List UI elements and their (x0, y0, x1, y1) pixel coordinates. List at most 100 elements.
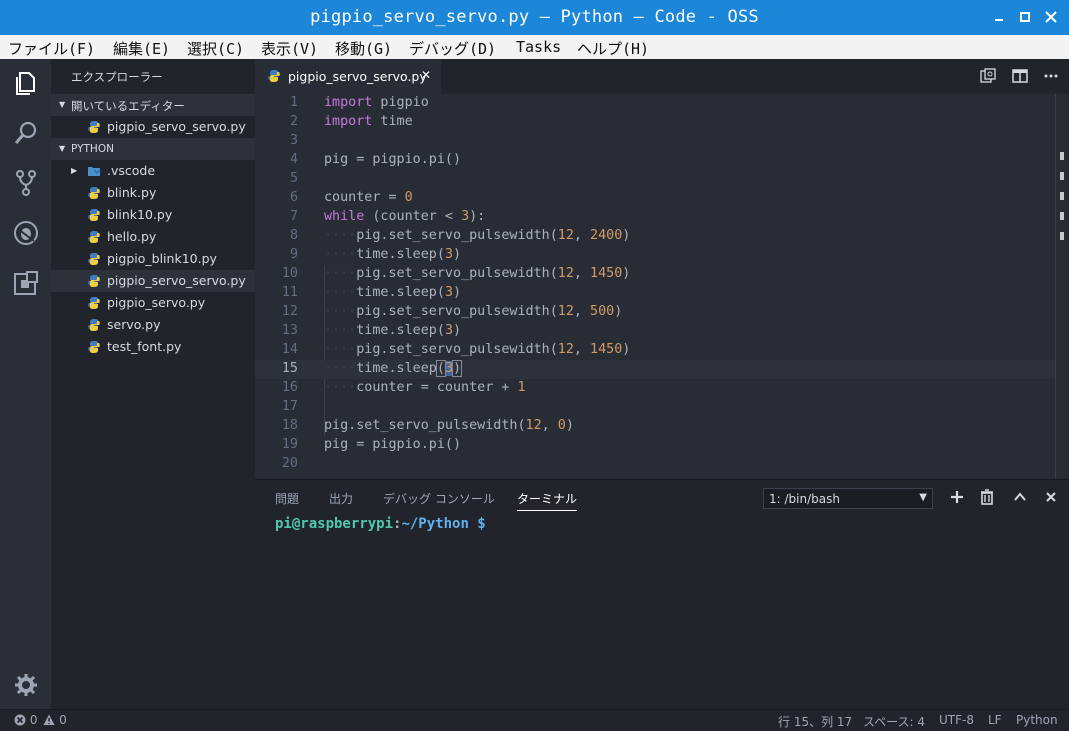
sidebar-title: エクスプローラー (71, 70, 163, 84)
python-file-icon (88, 297, 100, 309)
language-mode[interactable]: Python (1016, 713, 1058, 727)
code-line: 3 (289, 133, 298, 148)
tab-pigpio-servo-servo[interactable]: pigpio_servo_servo.py ✕ (255, 59, 441, 94)
menu-file[interactable]: ファイル(F) (8, 38, 95, 59)
code-line: 16 ····counter = counter + 1 (281, 380, 526, 395)
maximize-panel-button[interactable] (1012, 489, 1028, 505)
file-item-name: hello.py (107, 229, 157, 244)
menu-bar: ファイル(F) 編集(E) 選択(C) 表示(V) 移動(G) デバッグ(D) … (0, 35, 1069, 59)
menu-edit[interactable]: 編集(E) (113, 38, 170, 59)
menu-selection[interactable]: 選択(C) (187, 38, 244, 59)
file-item-name: pigpio_blink10.py (107, 251, 217, 266)
overview-ruler-mark (1060, 172, 1064, 180)
folder-item-name: .vscode (107, 163, 156, 178)
explorer-icon[interactable] (12, 69, 40, 97)
close-panel-button[interactable] (1043, 489, 1059, 505)
menu-tasks[interactable]: Tasks (516, 38, 561, 56)
file-item-blink[interactable]: blink.py (51, 182, 255, 204)
close-window-button[interactable] (1043, 9, 1059, 25)
indentation-setting[interactable]: スペース: 4 (863, 713, 925, 730)
tab-label: pigpio_servo_servo.py (288, 69, 427, 84)
menu-debug[interactable]: デバッグ(D) (409, 38, 496, 59)
compare-icon (980, 68, 996, 83)
trash-icon (981, 489, 993, 505)
python-file-icon (88, 187, 100, 199)
chevron-down-icon: ▼ (59, 144, 66, 153)
open-editor-item[interactable]: pigpio_servo_servo.py (51, 116, 255, 138)
file-item-pigpio-blink10[interactable]: pigpio_blink10.py (51, 248, 255, 270)
code-line: 12 ····pig.set_servo_pulsewidth(12, 500) (281, 304, 623, 319)
extensions-icon[interactable] (12, 269, 40, 297)
python-file-icon (88, 341, 100, 353)
open-editors-header[interactable]: ▼ 開いているエディター (51, 94, 255, 116)
tab-output[interactable]: 出力 (329, 490, 353, 507)
file-item-name: test_font.py (107, 339, 182, 354)
python-file-icon (88, 231, 100, 243)
search-icon[interactable] (12, 119, 40, 147)
python-file-icon (268, 70, 280, 82)
eol-setting[interactable]: LF (988, 713, 1002, 727)
file-item-name: pigpio_servo_servo.py (107, 273, 246, 288)
file-item-pigpio-servo[interactable]: pigpio_servo.py (51, 292, 255, 314)
code-keyword: import (324, 114, 373, 129)
editor-area: pigpio_servo_servo.py ✕ 1 import pigpio 2… (255, 59, 1069, 479)
code-line: 2 import time (289, 114, 413, 129)
activity-bar (0, 59, 51, 709)
overview-ruler-mark (1060, 232, 1064, 240)
tab-debug-console[interactable]: デバッグ コンソール (383, 490, 495, 507)
overview-ruler-mark (1060, 212, 1064, 220)
ellipsis-icon (1044, 74, 1058, 78)
python-file-icon (88, 275, 100, 287)
minimize-icon (995, 19, 1003, 21)
file-item-test-font[interactable]: test_font.py (51, 336, 255, 358)
file-item-name: servo.py (107, 317, 161, 332)
explorer-sidebar: エクスプローラー ▼ 開いているエディター pigpio_servo_servo… (51, 59, 255, 709)
problems-indicator[interactable]: 0 0 (14, 713, 67, 727)
more-actions-button[interactable] (1043, 68, 1059, 84)
encoding-setting[interactable]: UTF-8 (939, 713, 974, 727)
debug-icon[interactable] (12, 219, 40, 247)
terminal-prompt[interactable]: pi@raspberrypi:~/Python $ (275, 516, 486, 532)
code-line: 9 ····time.sleep(3) (289, 247, 462, 262)
open-changes-button[interactable] (980, 68, 996, 84)
chevron-down-icon: ▼ (59, 100, 66, 109)
folder-item-vscode[interactable]: ▶ .vscode (51, 160, 255, 182)
cursor-position[interactable]: 行 15、列 17 (778, 713, 852, 730)
tab-terminal[interactable]: ターミナル (517, 490, 578, 511)
file-item-hello[interactable]: hello.py (51, 226, 255, 248)
file-item-blink10[interactable]: blink10.py (51, 204, 255, 226)
minimize-button[interactable] (991, 9, 1007, 25)
menu-help[interactable]: ヘルプ(H) (577, 38, 649, 59)
code-line: 13 ····time.sleep(3) (281, 323, 462, 338)
folder-icon (88, 167, 101, 176)
open-editor-name: pigpio_servo_servo.py (107, 119, 246, 134)
terminal-select[interactable]: 1: /bin/bash ▼ (763, 488, 933, 509)
file-item-servo[interactable]: servo.py (51, 314, 255, 336)
code-editor[interactable]: 1 import pigpio 2 import time 3 4 pig = pig… (255, 94, 1069, 479)
kill-terminal-button[interactable] (979, 489, 995, 505)
overview-ruler-mark (1060, 152, 1064, 160)
code-line: 20 (281, 456, 298, 471)
menu-view[interactable]: 表示(V) (261, 38, 318, 59)
python-file-icon (88, 319, 100, 331)
terminal-select-value: 1: /bin/bash (769, 492, 840, 506)
tab-problems[interactable]: 問題 (275, 490, 299, 507)
folder-header[interactable]: ▼ PYTHON (51, 138, 255, 160)
overview-ruler-mark (1060, 192, 1064, 200)
gear-icon[interactable] (12, 671, 40, 699)
code-line: 11 ····time.sleep(3) (281, 285, 462, 300)
code-line: 18 pig.set_servo_pulsewidth(12, 0) (281, 418, 574, 433)
warning-icon (43, 714, 55, 725)
maximize-icon (1020, 12, 1030, 22)
tab-close-button[interactable]: ✕ (421, 68, 431, 82)
file-item-name: pigpio_servo.py (107, 295, 206, 310)
file-item-pigpio-servo-servo[interactable]: pigpio_servo_servo.py (51, 270, 255, 292)
split-editor-button[interactable] (1012, 68, 1028, 84)
new-terminal-button[interactable] (949, 489, 965, 505)
source-control-icon[interactable] (12, 169, 40, 197)
editor-tab-bar: pigpio_servo_servo.py ✕ (255, 59, 1069, 94)
maximize-button[interactable] (1017, 9, 1033, 25)
menu-go[interactable]: 移動(G) (335, 38, 392, 59)
folder-label: PYTHON (71, 143, 114, 155)
split-editor-icon (1012, 69, 1028, 83)
